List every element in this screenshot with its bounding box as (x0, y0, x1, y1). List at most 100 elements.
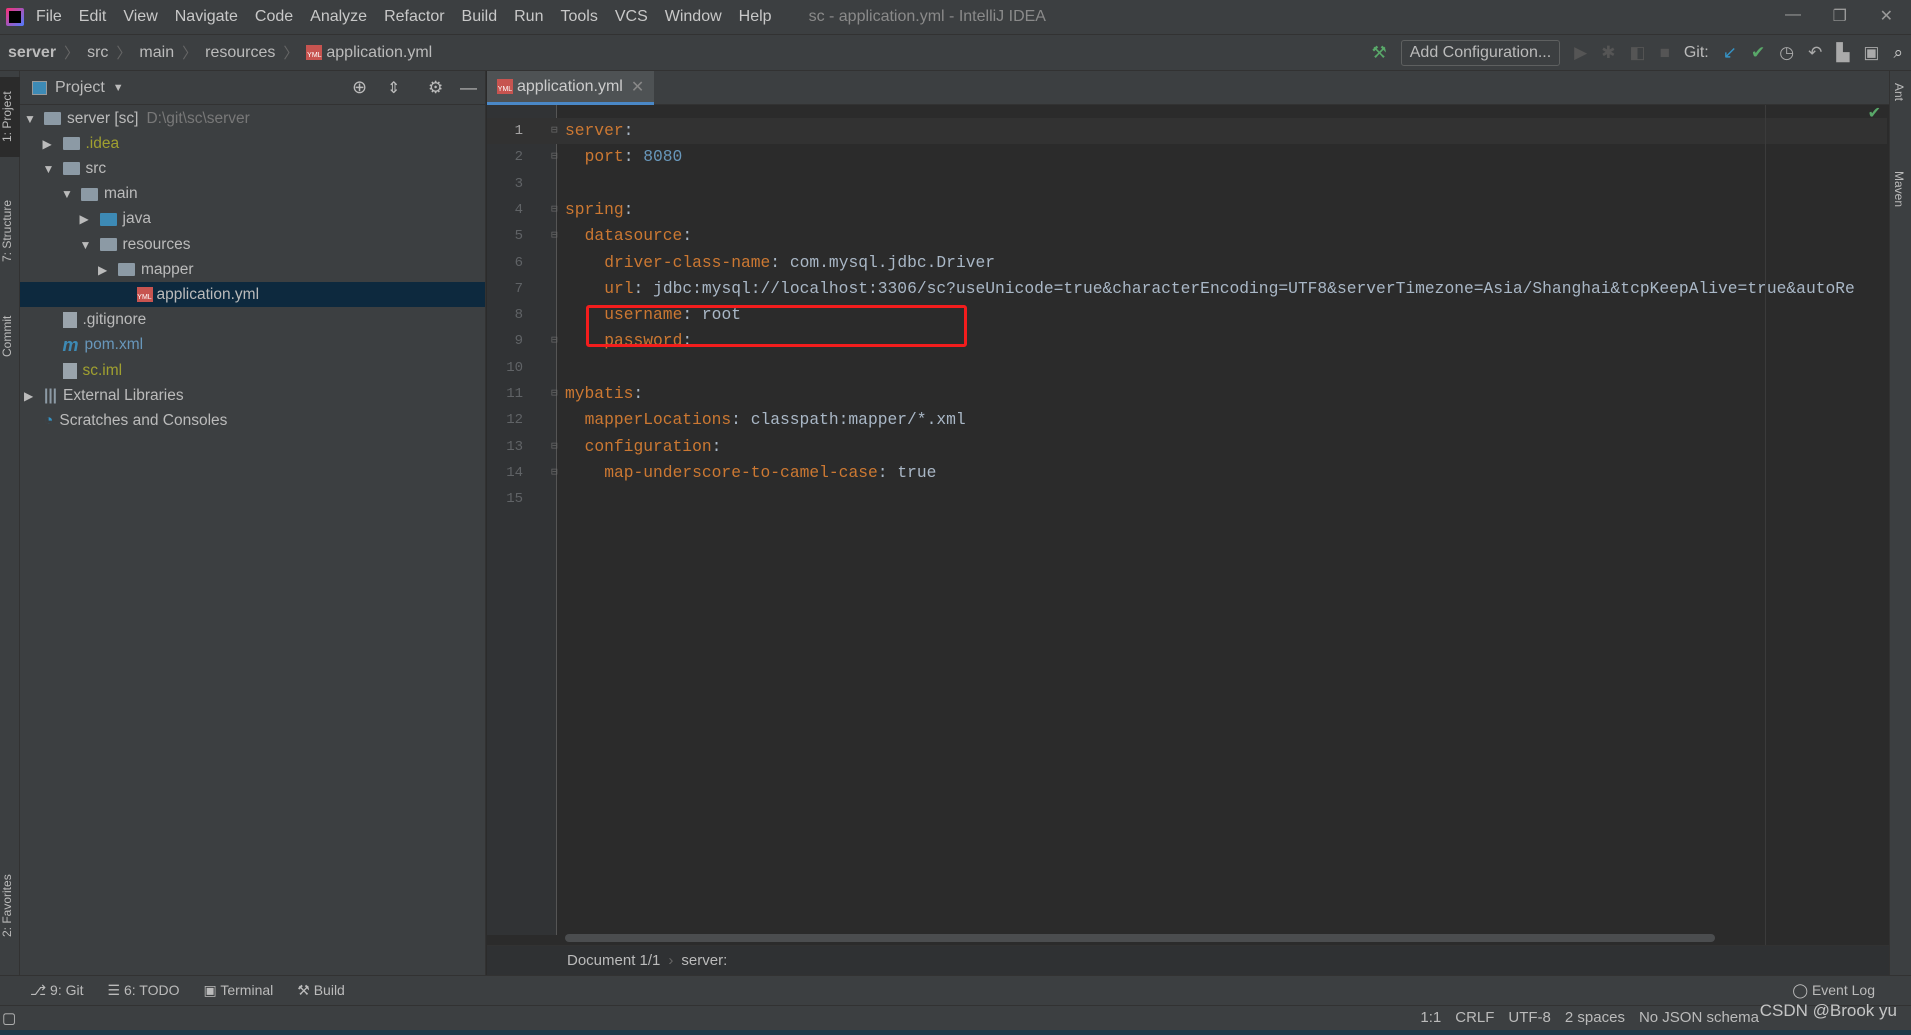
menu-help[interactable]: Help (739, 8, 772, 26)
status-item[interactable]: No JSON schema (1639, 1009, 1759, 1026)
tree-item[interactable]: ▼ server [sc] D:\git\sc\server (20, 106, 485, 131)
breadcrumb-item[interactable]: application.yml (326, 44, 432, 62)
line-number: 9 (514, 333, 523, 350)
breadcrumb-item[interactable]: main (139, 44, 174, 62)
git-tool-button[interactable]: ⎇ 9: Git (30, 982, 84, 999)
fold-marker-icon[interactable]: ⊟ (551, 460, 561, 486)
menu-edit[interactable]: Edit (79, 8, 107, 26)
yaml-key: datasource (584, 226, 683, 246)
collapse-all-icon[interactable]: ⇕ (387, 78, 400, 98)
menu-build[interactable]: Build (462, 8, 498, 26)
menu-window[interactable]: Window (665, 8, 722, 26)
fold-marker-icon[interactable]: ⊟ (551, 223, 561, 249)
tab-structure[interactable]: 7: Structure (0, 181, 20, 281)
breadcrumb-item[interactable]: server (8, 44, 56, 62)
layout-toggle-icon[interactable]: ▢ (2, 1009, 16, 1027)
tree-item[interactable]: ▶ ||| External Libraries (20, 383, 485, 408)
editor-tabs: YML application.yml ✕ (487, 71, 1889, 105)
collapsed-arrow-icon[interactable]: ▶ (98, 263, 118, 277)
fold-marker-icon[interactable]: ⊟ (551, 118, 561, 144)
git-update-icon[interactable]: ↙ (1723, 43, 1737, 63)
rollback-icon[interactable]: ↶ (1808, 43, 1822, 63)
event-log-button[interactable]: ◯ Event Log (1792, 982, 1875, 999)
tree-item[interactable]: ▼ main (20, 182, 485, 207)
breadcrumb-server[interactable]: server: (681, 952, 727, 969)
collapsed-arrow-icon[interactable]: ▶ (43, 137, 63, 151)
watermark: CSDN @Brook yu (1759, 1001, 1897, 1020)
tree-item[interactable]: ▼ resources (20, 232, 485, 257)
menu-refactor[interactable]: Refactor (384, 8, 444, 26)
locate-icon[interactable]: ⊕ (352, 77, 367, 98)
expanded-arrow-icon[interactable]: ▼ (80, 238, 100, 252)
fold-marker-icon[interactable]: ⊟ (551, 328, 561, 354)
fold-marker-icon[interactable]: ⊟ (551, 434, 561, 460)
highlight-box (586, 305, 967, 347)
editor: YML application.yml ✕ 1 ⊟ server: 2 ⊟ port: … (487, 71, 1889, 975)
menu-run[interactable]: Run (514, 8, 543, 26)
restore-icon[interactable]: ❐ (1833, 6, 1847, 26)
expanded-arrow-icon[interactable]: ▼ (43, 162, 63, 176)
tab-project[interactable]: 1: Project (0, 77, 20, 157)
close-icon[interactable]: ✕ (1880, 6, 1893, 26)
status-item[interactable]: UTF-8 (1508, 1009, 1551, 1026)
git-commit-icon[interactable]: ✔ (1751, 43, 1765, 63)
tree-item[interactable]: sc.iml (20, 358, 485, 383)
build-hammer-icon[interactable]: ⚒ (1372, 43, 1387, 63)
fold-marker-icon[interactable]: ⊟ (551, 197, 561, 223)
project-view-selector[interactable]: Project (55, 79, 105, 97)
menu-tools[interactable]: Tools (560, 8, 597, 26)
tree-item[interactable]: ▶ mapper (20, 257, 485, 282)
tab-maven[interactable]: Maven (1892, 171, 1906, 207)
close-tab-icon[interactable]: ✕ (631, 77, 644, 97)
debug-icon[interactable]: ✱ (1601, 43, 1615, 63)
breadcrumb-document[interactable]: Document 1/1 (567, 952, 660, 969)
fold-marker-icon[interactable]: ⊟ (551, 144, 561, 170)
collapsed-arrow-icon[interactable]: ▶ (24, 389, 44, 403)
breadcrumb-item[interactable]: src (87, 44, 108, 62)
tree-item[interactable]: ▼ src (20, 156, 485, 181)
run-icon[interactable]: ▶ (1574, 43, 1587, 63)
menu-vcs[interactable]: VCS (615, 8, 648, 26)
tab-application-yml[interactable]: YML application.yml ✕ (487, 71, 655, 105)
project-structure-icon[interactable]: ▙ (1836, 43, 1849, 63)
code-line: 14 ⊟ map-underscore-to-camel-case: true (487, 460, 1887, 486)
gear-icon[interactable]: ⚙ (428, 78, 443, 98)
horizontal-scrollbar[interactable] (565, 934, 1715, 942)
menu-file[interactable]: File (36, 8, 62, 26)
add-configuration-button[interactable]: Add Configuration... (1400, 40, 1561, 66)
tab-ant[interactable]: Ant (1892, 83, 1906, 101)
chevron-down-icon[interactable]: ▼ (113, 82, 124, 94)
menu-analyze[interactable]: Analyze (310, 8, 367, 26)
breadcrumb-item[interactable]: resources (205, 44, 275, 62)
tree-item[interactable]: ▶ java (20, 207, 485, 232)
tree-item[interactable]: ▶ .idea (20, 131, 485, 156)
yaml-key: mybatis (565, 384, 634, 403)
fold-marker-icon[interactable]: ⊟ (551, 381, 561, 407)
expanded-arrow-icon[interactable]: ▼ (61, 187, 81, 201)
search-icon[interactable]: ⌕ (1893, 43, 1903, 63)
menu-navigate[interactable]: Navigate (175, 8, 238, 26)
minimize-icon[interactable]: — (1785, 6, 1801, 24)
status-item[interactable]: 2 spaces (1565, 1009, 1625, 1026)
tree-item[interactable]: YML application.yml (20, 282, 485, 308)
tab-favorites[interactable]: 2: Favorites (0, 861, 20, 951)
coverage-icon[interactable]: ◧ (1630, 43, 1646, 63)
tree-item[interactable]: m pom.xml (20, 333, 485, 358)
tree-item[interactable]: .gitignore (20, 308, 485, 333)
build-tool-button[interactable]: ⚒ Build (297, 982, 345, 999)
collapsed-arrow-icon[interactable]: ▶ (80, 212, 100, 226)
tab-commit[interactable]: Commit (0, 301, 20, 371)
stop-icon[interactable]: ■ (1660, 43, 1670, 63)
menu-view[interactable]: View (123, 8, 157, 26)
hide-icon[interactable]: — (460, 78, 477, 98)
status-item[interactable]: 1:1 (1420, 1009, 1441, 1026)
menu-code[interactable]: Code (255, 8, 293, 26)
expanded-arrow-icon[interactable]: ▼ (24, 112, 44, 126)
terminal-window-icon[interactable]: ▣ (1863, 43, 1879, 63)
todo-tool-button[interactable]: ☰ 6: TODO (108, 982, 180, 999)
file-icon (62, 362, 77, 379)
tree-item[interactable]: ◔ Scratches and Consoles (20, 408, 485, 433)
terminal-tool-button[interactable]: ▣ Terminal (203, 982, 273, 999)
history-icon[interactable]: ◷ (1779, 43, 1794, 63)
status-item[interactable]: CRLF (1455, 1009, 1494, 1026)
